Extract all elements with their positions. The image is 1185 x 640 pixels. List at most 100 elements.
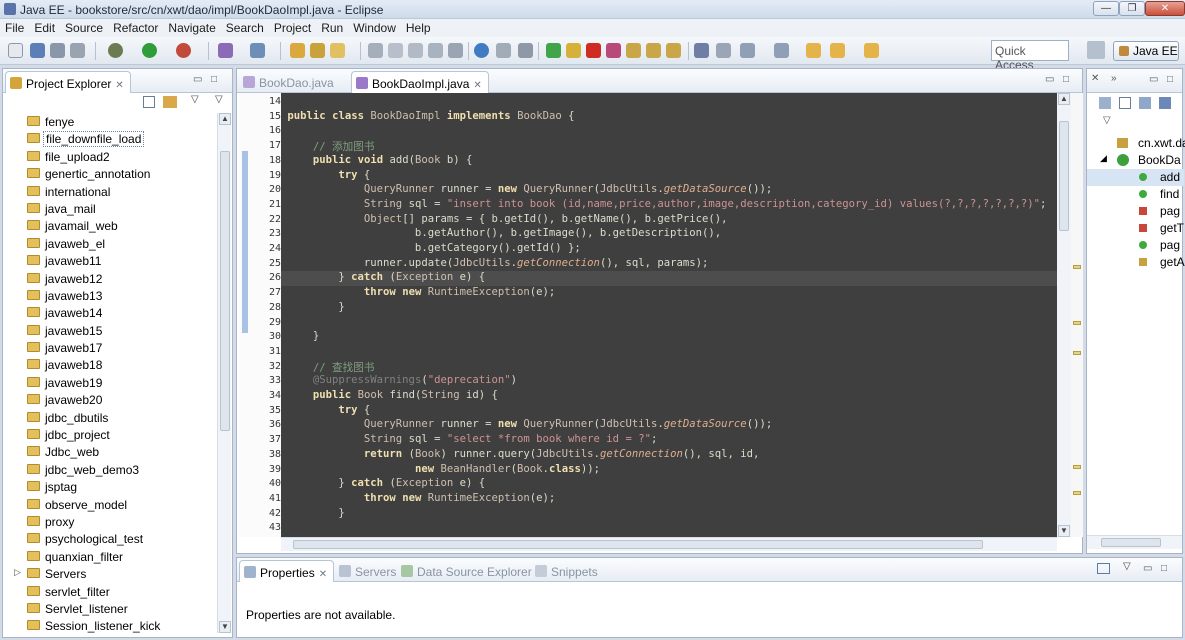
menu-refactor[interactable]: Refactor	[108, 20, 163, 36]
scrollbar-thumb[interactable]	[1101, 538, 1161, 547]
list-item[interactable]: jdbc_web_demo3	[3, 461, 217, 478]
view-menu-icon[interactable]: ▽	[1103, 115, 1111, 126]
list-item[interactable]: javaweb14	[3, 304, 217, 321]
warning-marker[interactable]	[1073, 491, 1081, 495]
scroll-up-icon[interactable]: ▲	[1058, 93, 1070, 105]
minimize-icon[interactable]: ▭	[1045, 74, 1057, 85]
maximize-icon[interactable]: □	[1161, 563, 1173, 574]
minimize-button[interactable]: —	[1093, 1, 1119, 16]
collapse-icon[interactable]: ◢	[1100, 153, 1107, 164]
scrollbar-thumb[interactable]	[1059, 121, 1069, 231]
print-icon[interactable]	[70, 43, 85, 58]
sort-icon[interactable]	[1139, 97, 1151, 109]
list-item[interactable]: international	[3, 183, 217, 200]
close-icon[interactable]: ✕	[1091, 73, 1099, 84]
warning-marker[interactable]	[1073, 351, 1081, 355]
scroll-up-icon[interactable]: ▲	[219, 113, 231, 125]
code-line[interactable]: b.getCategory().getId() };	[281, 242, 581, 257]
menu-file[interactable]: File	[0, 20, 29, 36]
code-line[interactable]: runner.update(JdbcUtils.getConnection(),…	[281, 257, 708, 272]
open-type-icon[interactable]	[290, 43, 305, 58]
tab-properties[interactable]: Properties ✕	[239, 560, 335, 582]
more-views-icon[interactable]: »	[1111, 73, 1117, 84]
scrollbar-thumb[interactable]	[220, 151, 230, 431]
code-line[interactable]: String sql = "select *from book where id…	[281, 433, 657, 448]
hide-static-icon[interactable]	[1159, 97, 1171, 109]
code-line[interactable]: try {	[281, 404, 370, 419]
list-item[interactable]: javamail_web	[3, 217, 217, 234]
minimize-icon[interactable]: ▭	[1143, 563, 1155, 574]
globe-icon[interactable]	[474, 43, 489, 58]
code-line[interactable]: QueryRunner runner = new QueryRunner(Jdb…	[281, 418, 772, 433]
list-item[interactable]: javaweb12	[3, 270, 217, 287]
terminate-icon[interactable]	[586, 43, 601, 58]
new-window-icon[interactable]	[1097, 563, 1110, 574]
list-item[interactable]: jsptag	[3, 478, 217, 495]
warning-marker[interactable]	[1073, 265, 1081, 269]
toggle-breadcrumb-icon[interactable]	[694, 43, 709, 58]
menu-run[interactable]: Run	[316, 20, 348, 36]
view-menu-icon[interactable]: ▽	[1123, 561, 1131, 572]
code-line[interactable]: new BeanHandler(Book.class));	[281, 463, 600, 478]
open-perspective-icon[interactable]	[1087, 41, 1105, 59]
run-icon[interactable]	[142, 43, 157, 58]
list-item[interactable]: Servlet_listener	[3, 600, 217, 617]
code-line[interactable]	[281, 316, 287, 331]
code-area[interactable]: public class BookDaoImpl implements Book…	[281, 93, 1057, 537]
list-item[interactable]: jdbc_dbutils	[3, 409, 217, 426]
close-icon[interactable]: ✕	[115, 80, 123, 91]
toggle-mark-icon[interactable]	[368, 43, 383, 58]
resume-icon[interactable]	[546, 43, 561, 58]
minimize-icon[interactable]: ▭	[193, 74, 205, 85]
list-item[interactable]: javaweb_el	[3, 235, 217, 252]
code-line[interactable]: Object[] params = { b.getId(), b.getName…	[281, 213, 728, 228]
chevron-down-icon[interactable]: ▽	[215, 94, 223, 105]
list-item[interactable]: genertic_annotation	[3, 165, 217, 182]
skip-breakpoints-icon[interactable]	[496, 43, 511, 58]
code-line[interactable]	[281, 345, 287, 360]
scroll-down-icon[interactable]: ▼	[219, 621, 231, 633]
new-server-icon[interactable]	[218, 43, 233, 58]
code-line[interactable]: public void add(Book b) {	[281, 154, 472, 169]
list-item[interactable]: ▷ Servers	[3, 565, 217, 582]
java-ee-perspective-button[interactable]: Java EE	[1113, 41, 1179, 61]
menu-edit[interactable]: Edit	[29, 20, 60, 36]
pilcrow-icon[interactable]	[448, 43, 463, 58]
suspend-icon[interactable]	[566, 43, 581, 58]
scroll-down-icon[interactable]: ▼	[1058, 525, 1070, 537]
debug-icon[interactable]	[108, 43, 123, 58]
code-line[interactable]: public Book find(String id) {	[281, 389, 498, 404]
minimize-icon[interactable]: ▭	[1149, 74, 1161, 85]
line-number-gutter[interactable]: 14 15 16 17 18 19 20 21 22 23 24 25 26 27 28 29 30 31 32 33…	[239, 93, 281, 537]
maximize-button[interactable]: ❐	[1119, 1, 1145, 16]
list-item[interactable]: add	[1087, 169, 1184, 186]
list-item[interactable]: quanxian_filter	[3, 548, 217, 565]
list-item[interactable]: javaweb17	[3, 339, 217, 356]
tab-project-explorer[interactable]: Project Explorer ✕	[5, 71, 131, 93]
maximize-icon[interactable]: □	[211, 74, 223, 85]
collapse-all-icon[interactable]	[143, 96, 155, 108]
list-item[interactable]: javaweb18	[3, 356, 217, 373]
close-icon[interactable]: ✕	[319, 569, 327, 580]
tab-data-source-explorer[interactable]: Data Source Explorer	[397, 560, 538, 582]
list-item[interactable]: Jdbc_web	[3, 443, 217, 460]
menu-window[interactable]: Window	[348, 20, 401, 36]
code-line[interactable]: } catch (Exception e) {	[281, 271, 1057, 287]
code-line[interactable]: // 添加图书	[281, 139, 375, 154]
code-line[interactable]: b.getAuthor(), b.getImage(), b.getDescri…	[281, 227, 721, 242]
annotation-icon[interactable]	[716, 43, 731, 58]
show-whitespace-icon[interactable]	[408, 43, 423, 58]
explorer-scrollbar[interactable]: ▲ ▼	[217, 113, 231, 633]
maximize-icon[interactable]: □	[1063, 74, 1075, 85]
code-line[interactable]	[281, 521, 287, 536]
list-item[interactable]: servlet_filter	[3, 583, 217, 600]
code-line[interactable]: }	[281, 330, 319, 345]
outline-horizontal-scrollbar[interactable]	[1087, 535, 1182, 549]
search-icon[interactable]	[330, 43, 345, 58]
code-line[interactable]: QueryRunner runner = new QueryRunner(Jdb…	[281, 183, 772, 198]
save-icon[interactable]	[30, 43, 45, 58]
list-item[interactable]: java_mail	[3, 200, 217, 217]
list-item[interactable]: observe_model	[3, 496, 217, 513]
code-line[interactable]	[281, 95, 287, 110]
list-item[interactable]: psychological_test	[3, 530, 217, 547]
